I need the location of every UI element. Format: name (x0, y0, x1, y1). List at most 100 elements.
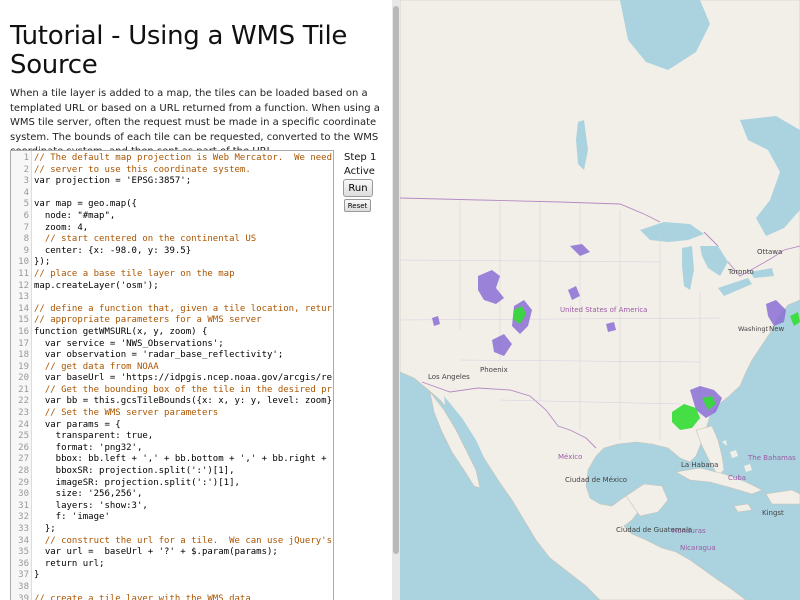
code-text: }; (34, 524, 56, 534)
code-line[interactable]: 5 var map = geo.map({ (11, 199, 333, 211)
code-line[interactable]: 38 (11, 582, 333, 594)
code-line[interactable]: 17 var service = 'NWS_Observations'; (11, 339, 333, 351)
label-the-bahamas: The Bahamas (748, 454, 796, 462)
code-text: var projection = 'EPSG:3857'; (34, 176, 192, 187)
code-line[interactable]: 1 // The default map projection is Web Me… (11, 153, 333, 165)
line-number: 20 (18, 373, 29, 384)
code-lines: 1 // The default map projection is Web Me… (11, 153, 333, 600)
step-active-label: Active (344, 166, 375, 177)
line-number: 13 (18, 292, 29, 303)
line-number: 9 (23, 245, 29, 256)
code-text: // The default map projection is Web Mer… (34, 153, 333, 163)
code-line[interactable]: 13 (11, 292, 333, 304)
line-number: 38 (18, 581, 29, 592)
code-line[interactable]: 3 var projection = 'EPSG:3857'; (11, 176, 333, 188)
code-line[interactable]: 21 // Get the bounding box of the tile i… (11, 385, 333, 397)
code-line[interactable]: 20 var baseUrl = 'https://idpgis.ncep.no… (11, 373, 333, 385)
code-line[interactable]: 2 // server to use this coordinate system… (11, 165, 333, 177)
line-number: 7 (23, 222, 29, 233)
line-number: 6 (23, 210, 29, 221)
code-text: layers: 'show:3', (34, 500, 148, 511)
code-text: function getWMSURL(x, y, zoom) { (34, 326, 208, 337)
code-line[interactable]: 36 return url; (11, 559, 333, 571)
line-number: 33 (18, 524, 29, 534)
panel-scrollbar[interactable] (392, 0, 400, 600)
code-text: // server to use this coordinate system. (34, 164, 251, 175)
code-line[interactable]: 19 // get data from NOAA (11, 362, 333, 374)
code-text: bboxSR: projection.split(':')[1], (34, 466, 235, 477)
line-number: 34 (18, 535, 29, 546)
code-text: transparent: true, (34, 431, 154, 442)
line-number: 24 (18, 419, 29, 430)
line-number: 8 (23, 234, 29, 245)
line-number: 1 (23, 153, 29, 163)
code-line[interactable]: 14 // define a function that, given a til… (11, 304, 333, 316)
code-line[interactable]: 6 node: "#map", (11, 211, 333, 223)
code-line[interactable]: 10}); (11, 257, 333, 269)
line-number: 11 (18, 268, 29, 279)
code-text: // define a function that, given a tile … (34, 303, 333, 314)
radar-overlay (432, 244, 800, 430)
code-text: // start centered on the continental US (34, 234, 257, 245)
code-line[interactable]: 23 // Set the WMS server parameters (11, 408, 333, 420)
code-text: return url; (34, 558, 105, 569)
reset-button[interactable]: Reset (344, 199, 371, 212)
code-text: center: {x: -98.0, y: 39.5} (34, 245, 192, 256)
code-editor[interactable]: 1 // The default map projection is Web Me… (10, 150, 334, 600)
line-number: 5 (23, 199, 29, 210)
code-line[interactable]: 7 zoom: 4, (11, 223, 333, 235)
code-line[interactable]: 28 bboxSR: projection.split(':')[1], (11, 466, 333, 478)
run-button[interactable]: Run (343, 179, 373, 197)
line-number: 28 (18, 466, 29, 477)
scrollbar-thumb[interactable] (393, 6, 399, 554)
line-number: 36 (18, 558, 29, 569)
line-number: 2 (23, 164, 29, 175)
code-line[interactable]: 34 // construct the url for a tile. We c… (11, 536, 333, 548)
code-line[interactable]: 37} (11, 570, 333, 582)
code-line[interactable]: 11 // place a base tile layer on the map (11, 269, 333, 281)
code-line[interactable]: 33 }; (11, 524, 333, 536)
line-number: 25 (18, 431, 29, 442)
code-line[interactable]: 22 var bb = this.gcsTileBounds({x: x, y:… (11, 396, 333, 408)
code-line[interactable]: 26 format: 'png32', (11, 443, 333, 455)
label-la-habana: La Habana (681, 461, 719, 469)
code-line[interactable]: 9 center: {x: -98.0, y: 39.5} (11, 246, 333, 258)
code-line[interactable]: 4 (11, 188, 333, 200)
code-line[interactable]: 16 function getWMSURL(x, y, zoom) { (11, 327, 333, 339)
code-text: var params = { (34, 419, 121, 430)
code-text: // create a tile layer with the WMS data (34, 593, 251, 600)
code-line[interactable]: 27 bbox: bb.left + ',' + bb.bottom + ','… (11, 454, 333, 466)
line-number: 12 (18, 280, 29, 291)
code-text: zoom: 4, (34, 222, 89, 233)
code-line[interactable]: 8 // start centered on the continental U… (11, 234, 333, 246)
line-number: 23 (18, 408, 29, 419)
line-number: 14 (18, 303, 29, 314)
line-number: 31 (18, 500, 29, 511)
line-number: 35 (18, 547, 29, 558)
line-number: 21 (18, 384, 29, 395)
label-ciudad-mexico: Ciudad de México (565, 476, 628, 484)
label-united-states: United States of America (560, 306, 648, 314)
code-line[interactable]: 30 size: '256,256', (11, 489, 333, 501)
code-text: var map = geo.map({ (34, 199, 137, 210)
label-nicaragua: Nicaragua (680, 544, 716, 552)
code-line[interactable]: 39 // create a tile layer with the WMS da… (11, 594, 333, 600)
line-number: 39 (18, 593, 29, 600)
code-line[interactable]: 32 f: 'image' (11, 512, 333, 524)
code-line[interactable]: 18 var observation = 'radar_base_reflect… (11, 350, 333, 362)
label-kingston: Kingst (762, 509, 784, 517)
line-number: 26 (18, 442, 29, 453)
line-number: 3 (23, 176, 29, 187)
code-text: // place a base tile layer on the map (34, 268, 235, 279)
map-view[interactable]: United States of America México Ciudad d… (400, 0, 800, 600)
code-line[interactable]: 12 map.createLayer('osm'); (11, 281, 333, 293)
code-line[interactable]: 35 var url = baseUrl + '?' + $.param(par… (11, 547, 333, 559)
code-text: }); (34, 257, 51, 268)
code-line[interactable]: 24 var params = { (11, 420, 333, 432)
code-text: var bb = this.gcsTileBounds({x: x, y: y,… (34, 396, 333, 407)
code-line[interactable]: 31 layers: 'show:3', (11, 501, 333, 513)
code-line[interactable]: 15 // appropriate parameters for a WMS se… (11, 315, 333, 327)
code-line[interactable]: 29 imageSR: projection.split(':')[1], (11, 478, 333, 490)
code-text: // construct the url for a tile. We can … (34, 535, 333, 546)
code-line[interactable]: 25 transparent: true, (11, 431, 333, 443)
